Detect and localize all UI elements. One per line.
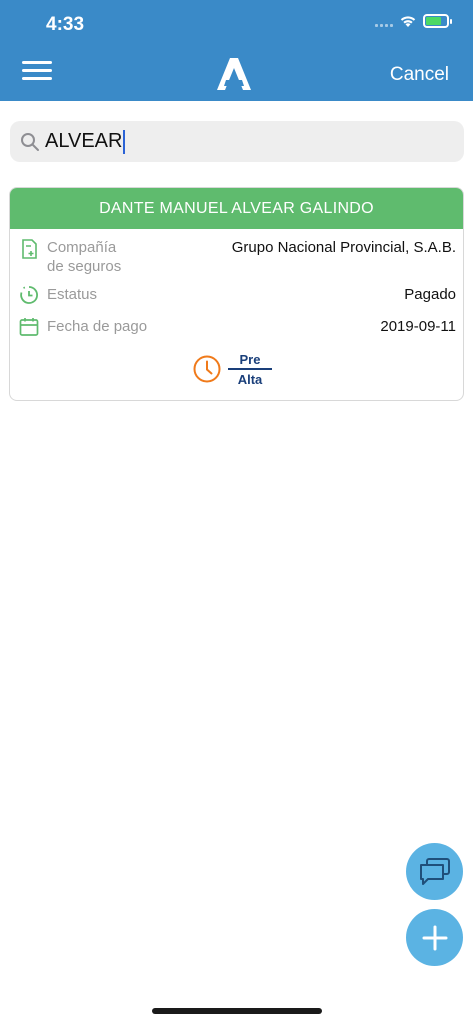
row-value: 2019-09-11 — [380, 318, 456, 335]
menu-button[interactable] — [22, 61, 52, 81]
result-card[interactable]: DANTE MANUEL ALVEAR GALINDO Compañía de … — [9, 187, 464, 401]
clock-history-icon — [20, 286, 38, 304]
clock-icon — [193, 355, 221, 383]
pre-alta-label: Pre Alta — [228, 352, 272, 387]
row-value: Pagado — [404, 286, 456, 303]
battery-icon — [423, 14, 452, 28]
search-input-value: ALVEAR — [45, 130, 123, 152]
calendar-icon — [19, 318, 39, 336]
home-indicator — [152, 1008, 322, 1014]
search-icon — [21, 133, 39, 151]
signal-icon — [375, 15, 393, 27]
card-title: DANTE MANUEL ALVEAR GALINDO — [10, 188, 463, 229]
add-button[interactable] — [406, 909, 463, 966]
chat-icon — [419, 857, 450, 885]
search-bar[interactable]: ALVEAR — [10, 121, 464, 162]
row-value: Grupo Nacional Provincial, S.A.B. — [231, 239, 456, 256]
document-add-icon — [22, 239, 37, 259]
cancel-button[interactable]: Cancel — [390, 64, 449, 86]
app-header: 4:33 Cancel — [0, 0, 473, 101]
status-time: 4:33 — [46, 14, 85, 35]
status-icons — [375, 14, 452, 28]
wifi-icon — [400, 16, 416, 27]
plus-icon — [422, 925, 447, 950]
row-label: Fecha de pago — [47, 318, 148, 335]
app-logo-icon — [217, 58, 251, 90]
text-caret — [123, 129, 126, 154]
row-label: Estatus — [47, 286, 98, 303]
chat-button[interactable] — [406, 843, 463, 900]
row-label: Compañía de seguros — [47, 239, 122, 275]
search-input[interactable]: ALVEAR — [45, 126, 126, 157]
pre-alta-badge: Pre Alta — [192, 352, 272, 387]
